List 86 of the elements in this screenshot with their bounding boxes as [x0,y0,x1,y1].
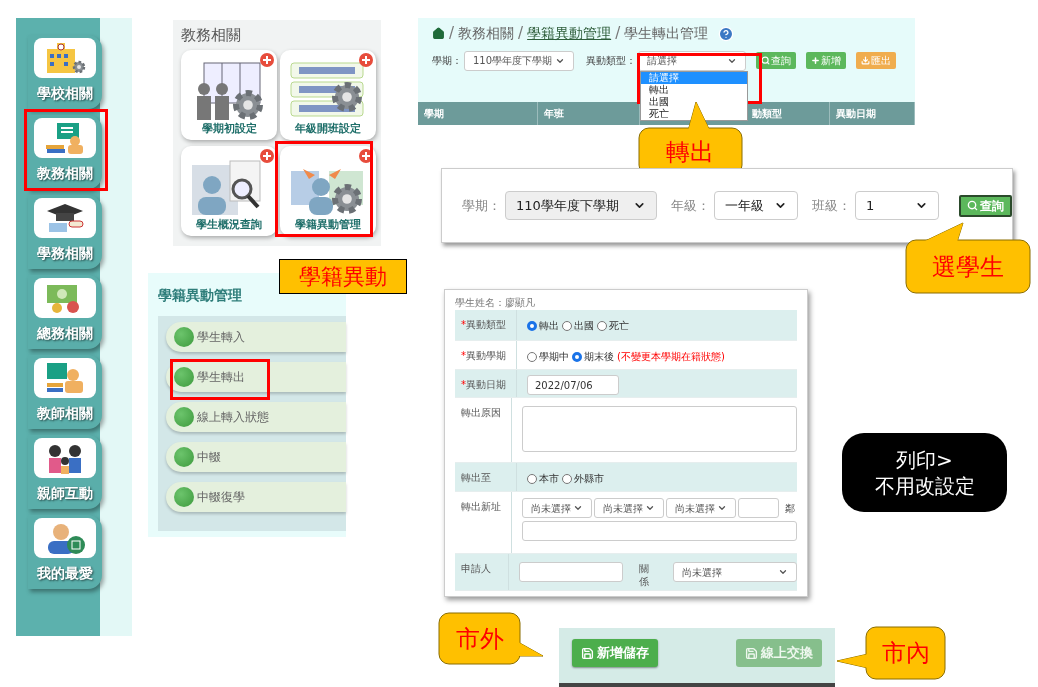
field-suffix: 鄰 [785,501,795,516]
plus-icon [811,56,820,65]
field-label: 異動學期 [466,349,506,363]
plus-badge-icon [260,53,274,67]
menu-item[interactable]: 線上轉入狀態 [166,402,346,432]
field-label: 轉出原因 [461,406,501,420]
input-field[interactable] [522,521,797,541]
select-field[interactable]: 1 [855,191,939,220]
label-box: 學籍異動 [279,259,407,294]
required-mark: * [461,318,466,332]
note-bubble: 列印> 不用改設定 [842,433,1007,512]
option-label: 學期中 [539,350,569,364]
field-label: 班級： [812,196,851,215]
menu-item[interactable]: 學生轉入 [166,322,346,352]
radio-button[interactable] [562,320,572,331]
student-name: 學生姓名：廖顯凡 [455,296,536,310]
panel-title: 教務相關 [180,25,242,46]
separator: / [615,23,621,45]
required-mark: * [461,349,466,363]
plus-badge-icon [359,53,373,67]
breadcrumb-item: 學生轉出管理 [624,24,709,43]
download-icon [861,56,870,65]
menu-tile[interactable]: 學期初設定 [181,50,277,140]
select-field[interactable]: 尚未選擇 [673,562,797,582]
input-field[interactable] [738,498,779,518]
help-icon[interactable] [718,25,735,42]
select-field[interactable]: 尚未選擇 [594,498,664,518]
callout: 選學生 [905,222,1032,295]
menu-tile[interactable]: 年級開班設定 [280,50,376,140]
column-header: 異動日期 [830,102,915,125]
option-label: 本市 [539,472,559,486]
breadcrumb-item: 教務相關 [458,24,515,43]
select-field[interactable]: 尚未選擇 [522,498,592,518]
callout: 市內 [836,626,946,680]
field-label: 學期： [462,196,501,215]
option-label: 出國 [574,319,594,333]
dropdown-option[interactable]: 轉出 [641,84,747,96]
warning-note: (不變更本學期在籍狀態) [617,350,725,364]
chevron-down-icon [645,503,655,513]
field-label: 異動日期 [466,378,506,392]
dropdown-option[interactable]: 請選擇 [641,72,747,84]
menu-item[interactable]: 中輟復學 [166,482,346,512]
plus-badge-icon [260,149,274,163]
date-field[interactable]: 2022/07/06 [527,375,619,395]
separator: / [518,23,524,45]
radio-button[interactable] [527,351,537,362]
option-label: 死亡 [609,319,629,333]
panel-title: 學籍異動管理 [158,286,242,305]
breadcrumb-link[interactable]: 學籍異動管理 [527,23,612,44]
field-label: 申請人 [461,562,491,576]
option-label: 轉出 [539,319,559,333]
home-icon[interactable] [432,27,445,40]
field-label: 轉出至 [461,471,491,485]
callout: 市外 [438,612,544,665]
save-button[interactable]: 新增儲存 [572,639,658,667]
radio-button[interactable] [562,473,572,484]
chevron-down-icon [573,503,583,513]
radio-button[interactable] [572,351,582,362]
menu-tile[interactable]: 學生概況查詢 [181,146,277,236]
option-label: 期末後 [584,350,614,364]
radio-button[interactable] [597,320,607,331]
radio-button[interactable] [527,320,537,331]
column-header: 學期 [418,102,538,125]
field-label: 轉出新址 [461,500,501,514]
field-label: 異動類型 [466,318,506,332]
menu-item[interactable]: 學生轉出 [166,362,346,392]
field-label: 學期： [432,54,462,68]
field-label: 年級： [671,196,710,215]
separator: / [449,23,455,45]
menu-item[interactable]: 中輟 [166,442,346,472]
select-field[interactable]: 一年級 [714,191,798,220]
chevron-down-icon [717,503,727,513]
input-field[interactable] [519,562,623,582]
menu-tile[interactable]: 學籍異動管理 [280,146,376,236]
plus-badge-icon [359,149,373,163]
search-icon [967,200,978,211]
dropdown-option[interactable]: 死亡 [641,108,747,120]
required-mark: * [461,378,466,392]
chevron-down-icon [778,567,788,577]
field-label: 異動類型： [586,54,636,68]
option-label: 外縣市 [574,472,604,486]
select-field[interactable]: 尚未選擇 [666,498,736,518]
select-field[interactable]: 110學年度下學期 [464,50,574,71]
search-icon [761,56,770,65]
radio-button[interactable] [527,473,537,484]
field-label: 關係 [639,562,650,588]
